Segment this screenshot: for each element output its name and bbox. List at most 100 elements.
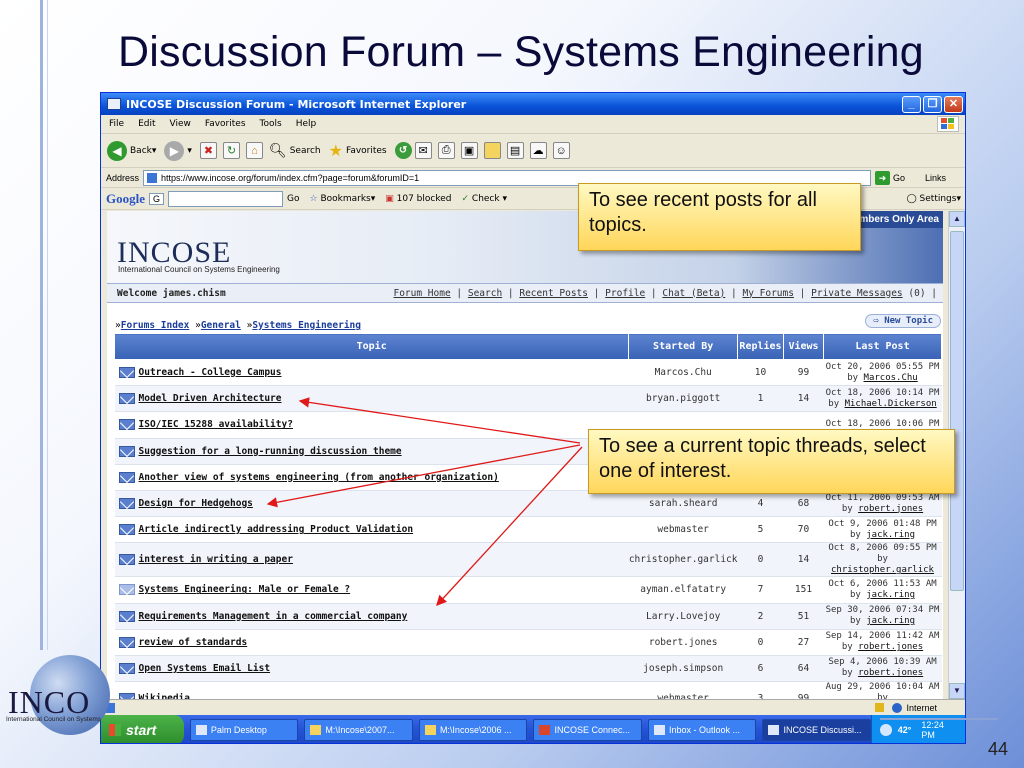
- last-post-author[interactable]: robert.jones: [858, 504, 923, 514]
- spell-check[interactable]: ✓ Check ▾: [462, 194, 507, 204]
- header-topic[interactable]: Topic: [113, 333, 630, 360]
- last-post-date: Sep 4, 2006 10:39 AM: [828, 657, 937, 668]
- table-row[interactable]: review of standards robert.jones 0 27 Sep 14…: [114, 629, 942, 656]
- google-go-button[interactable]: Go: [287, 194, 299, 204]
- scroll-down-arrow-icon[interactable]: ▼: [949, 683, 965, 699]
- taskbar-incose-connect[interactable]: INCOSE Connec...: [533, 719, 642, 741]
- taskbar-item-label: INCOSE Connec...: [554, 725, 630, 735]
- topic-link[interactable]: Another view of systems engineering (fro…: [139, 472, 499, 483]
- minimize-button[interactable]: _: [902, 95, 921, 113]
- table-row[interactable]: Wikipedia webmaster 3 99 Aug 29, 2006 10:04 …: [114, 681, 942, 699]
- nav-recent-posts[interactable]: Recent Posts: [519, 288, 588, 299]
- nav-profile[interactable]: Profile: [605, 288, 645, 299]
- topic-link[interactable]: ISO/IEC 15288 availability?: [139, 419, 293, 430]
- nav-private-messages[interactable]: Private Messages: [811, 288, 903, 299]
- back-button[interactable]: ◀ Back ▾: [107, 140, 156, 161]
- scroll-up-arrow-icon[interactable]: ▲: [949, 211, 965, 227]
- table-row[interactable]: Requirements Management in a commercial …: [114, 603, 942, 630]
- topic-link[interactable]: Model Driven Architecture: [139, 393, 282, 404]
- maximize-button[interactable]: ❐: [923, 95, 942, 113]
- table-row[interactable]: Article indirectly addressing Product Va…: [114, 516, 942, 544]
- popup-blocked[interactable]: ▣ 107 blocked: [385, 194, 451, 204]
- print-icon[interactable]: ⎙: [437, 142, 455, 159]
- table-row[interactable]: Design for Hedgehogs sarah.sheard 4 68 Oct 1…: [114, 490, 942, 518]
- last-post-author[interactable]: Michael.Dickerson: [845, 399, 937, 409]
- links-label[interactable]: Links: [925, 173, 946, 183]
- edit-icon[interactable]: ▣: [460, 142, 478, 159]
- forward-button[interactable]: ▶ ▾: [164, 140, 192, 161]
- tray-nav-icon[interactable]: [880, 724, 892, 736]
- topic-link[interactable]: review of standards: [139, 637, 248, 648]
- header-replies[interactable]: Replies: [737, 333, 784, 360]
- back-arrow-icon: ◀: [107, 140, 127, 161]
- breadcrumb-general[interactable]: General: [201, 320, 241, 331]
- scroll-thumb[interactable]: [950, 231, 964, 591]
- messenger-icon[interactable]: ☁: [529, 142, 547, 159]
- last-post-author[interactable]: robert.jones: [858, 668, 923, 678]
- google-g-icon[interactable]: G: [149, 192, 165, 205]
- stop-icon[interactable]: ✖: [199, 142, 217, 159]
- topic-link[interactable]: interest in writing a paper: [139, 554, 293, 565]
- google-settings[interactable]: ◯ Settings▾: [907, 194, 961, 204]
- header-last-post[interactable]: Last Post: [823, 333, 942, 360]
- topic-link[interactable]: Suggestion for a long-running discussion…: [139, 446, 402, 457]
- last-post-author[interactable]: christopher.garlick: [831, 565, 934, 575]
- taskbar-folder-2006[interactable]: M:\Incose\2006 ...: [418, 719, 528, 741]
- nav-my-forums[interactable]: My Forums: [742, 288, 793, 299]
- history-icon[interactable]: ↺: [394, 142, 412, 159]
- table-row[interactable]: interest in writing a paper christopher.g…: [114, 542, 942, 578]
- topic-link[interactable]: Outreach - College Campus: [139, 367, 282, 378]
- go-button[interactable]: ➜ Go: [875, 170, 905, 185]
- people-icon[interactable]: ☺: [552, 142, 570, 159]
- refresh-icon[interactable]: ↻: [222, 142, 240, 159]
- last-post-author[interactable]: Marcos.Chu: [864, 373, 918, 383]
- header-views[interactable]: Views: [783, 333, 824, 360]
- breadcrumb-systems-engineering[interactable]: Systems Engineering: [252, 320, 361, 331]
- google-search-field[interactable]: [168, 190, 284, 207]
- menu-favorites[interactable]: Favorites: [205, 119, 246, 129]
- started-by: robert.jones: [628, 629, 738, 656]
- folder-icon[interactable]: [483, 142, 501, 159]
- home-icon[interactable]: ⌂: [245, 142, 263, 159]
- last-post: Aug 29, 2006 10:04 AMby christian.tulodi…: [823, 681, 942, 699]
- last-post-author[interactable]: jack.ring: [866, 590, 915, 600]
- last-post-author[interactable]: robert.jones: [858, 642, 923, 652]
- menu-edit[interactable]: Edit: [138, 119, 155, 129]
- breadcrumb-forums-index[interactable]: Forums Index: [121, 320, 190, 331]
- table-row[interactable]: Open Systems Email List joseph.simpson 6 64…: [114, 655, 942, 683]
- last-post-date: Sep 30, 2006 07:34 PM: [825, 605, 940, 616]
- taskbar-incose-discussion[interactable]: INCOSE Discussi...: [762, 719, 871, 741]
- research-icon[interactable]: ▤: [506, 142, 524, 159]
- nav-chat[interactable]: Chat (Beta): [662, 288, 725, 299]
- topic-status-cell: [114, 576, 139, 604]
- search-button[interactable]: 🔍︎ Search: [269, 143, 321, 159]
- menu-view[interactable]: View: [170, 119, 191, 129]
- taskbar-palm-desktop[interactable]: Palm Desktop: [189, 719, 299, 741]
- topic-link[interactable]: Open Systems Email List: [139, 663, 271, 674]
- close-button[interactable]: ✕: [944, 95, 963, 113]
- last-post-author-row: by Michael.Dickerson: [824, 399, 942, 410]
- taskbar-outlook-inbox[interactable]: Inbox - Outlook ...: [647, 719, 757, 741]
- mail-icon[interactable]: ✉: [414, 142, 432, 159]
- nav-forum-home[interactable]: Forum Home: [393, 288, 450, 299]
- last-post-author[interactable]: jack.ring: [866, 530, 915, 540]
- new-topic-button[interactable]: ⇨ New Topic: [865, 314, 941, 328]
- menu-file[interactable]: File: [109, 119, 124, 129]
- table-row[interactable]: Model Driven Architecture bryan.piggott 1 1…: [114, 385, 942, 413]
- table-row[interactable]: Systems Engineering: Male or Female ? aym…: [114, 576, 942, 604]
- topic-link[interactable]: Systems Engineering: Male or Female ?: [139, 584, 351, 595]
- topic-link[interactable]: Requirements Management in a commercial …: [139, 611, 408, 622]
- menu-help[interactable]: Help: [296, 119, 317, 129]
- google-bookmarks[interactable]: ☆ Bookmarks▾: [310, 194, 376, 204]
- star-icon: ★: [328, 141, 343, 160]
- topic-link[interactable]: Design for Hedgehogs: [139, 498, 253, 509]
- table-row[interactable]: Outreach - College Campus Marcos.Chu 10 99 O…: [114, 359, 942, 387]
- menu-tools[interactable]: Tools: [260, 119, 282, 129]
- taskbar-folder-2007[interactable]: M:\Incose\2007...: [304, 719, 413, 741]
- header-started-by[interactable]: Started By: [628, 333, 738, 360]
- favorites-button[interactable]: ★ Favorites: [329, 141, 387, 160]
- start-button[interactable]: start: [101, 715, 184, 743]
- topic-link[interactable]: Article indirectly addressing Product Va…: [139, 524, 414, 535]
- nav-search[interactable]: Search: [468, 288, 502, 299]
- last-post-author[interactable]: jack.ring: [866, 616, 915, 626]
